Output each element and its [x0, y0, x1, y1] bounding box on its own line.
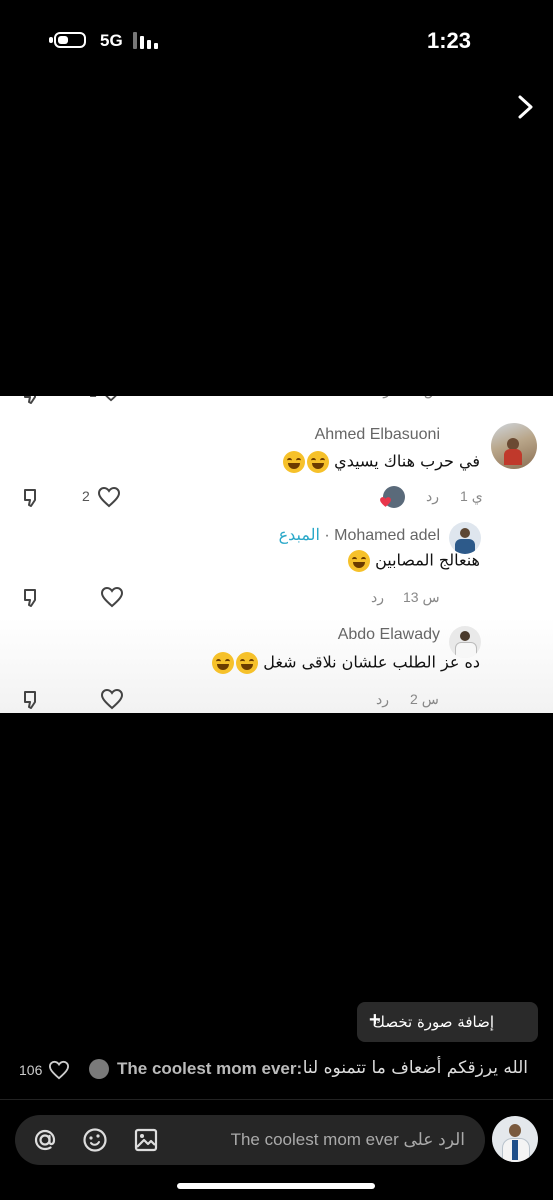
like-count: 2 [82, 488, 90, 504]
creator-badge: المبدع [278, 527, 320, 544]
laughing-emoji-icon [212, 652, 235, 674]
like-count: 106 [19, 1062, 43, 1078]
laughing-emoji-icon [236, 652, 259, 674]
comment-item: Ahmed Elbasuoni في حرب هناك يسيدي 2 رد 1… [0, 420, 553, 520]
comment-username[interactable]: المبدع · Mohamed adel [279, 525, 440, 545]
reply-link[interactable]: رد [371, 589, 384, 606]
emoji-icon[interactable] [82, 1127, 108, 1153]
comment-item: Abdo Elawady ده عز الطلب علشان نلاقى شغل… [0, 625, 553, 713]
like-count: 1 [89, 396, 97, 400]
signal-icon [133, 31, 163, 49]
comment-time: 8 س [412, 396, 441, 399]
comment-item: المبدع · Mohamed adel هنعالج المصابين رد… [0, 522, 553, 622]
comment-username-text: Mohamed adel [334, 527, 440, 544]
reply-input[interactable]: الرد على The coolest mom ever [15, 1115, 485, 1165]
comment-time: 13 س [403, 589, 440, 605]
comment-username[interactable]: Ahmed Elbasuoni [315, 426, 440, 444]
dislike-icon[interactable] [22, 689, 44, 709]
network-label: 5G [100, 31, 123, 50]
avatar [89, 1059, 109, 1079]
add-photo-button[interactable]: + إضافة صورة تخصك [357, 1002, 538, 1042]
chevron-right-icon[interactable] [513, 92, 539, 122]
comments-screenshot: 1 رد 8 س Ahmed Elbasuoni في حرب هناك يسي… [0, 396, 553, 713]
home-indicator [177, 1183, 375, 1189]
user-avatar[interactable] [492, 1116, 538, 1162]
status-bar: 5G 1:23 [0, 0, 553, 70]
comment-text: الله يرزقكم أضعاف ما تتمنوه لنا [302, 1058, 528, 1078]
comment-username[interactable]: Abdo Elawady [338, 626, 440, 644]
heart-icon[interactable] [100, 586, 124, 608]
heart-icon [380, 497, 391, 507]
image-icon[interactable] [133, 1127, 159, 1153]
reply-link[interactable]: رد [426, 488, 439, 505]
name-separator: · [324, 527, 330, 544]
divider [0, 1099, 553, 1100]
dislike-icon[interactable] [22, 487, 44, 507]
dislike-icon[interactable] [22, 396, 44, 404]
comment-author: The coolest mom ever: [117, 1059, 303, 1078]
laughing-emoji-icon [307, 451, 330, 473]
battery-cap [49, 37, 53, 43]
heart-icon[interactable] [100, 396, 122, 402]
comment-time: 1 ي [460, 488, 483, 504]
laughing-emoji-icon [283, 451, 306, 473]
laughing-emoji-icon [347, 550, 370, 572]
comment-text-content: ده عز الطلب علشان نلاقى شغل [263, 652, 480, 672]
dislike-icon[interactable] [22, 587, 44, 607]
reply-link[interactable]: رد [377, 396, 390, 399]
reply-placeholder: الرد على The coolest mom ever [230, 1130, 465, 1149]
comment-text: هنعالج المصابين [346, 550, 480, 572]
replying-to-comment: 106 The coolest mom ever: الله يرزقكم أض… [0, 1054, 553, 1084]
comment-text: ده عز الطلب علشان نلاقى شغل [210, 652, 480, 674]
comment-text-content: هنعالج المصابين [375, 550, 480, 570]
reply-link[interactable]: رد [376, 691, 389, 708]
add-photo-label: إضافة صورة تخصك [372, 1013, 494, 1031]
heart-icon[interactable] [100, 688, 124, 710]
avatar[interactable] [491, 423, 537, 469]
comment-text: في حرب هناك يسيدي [281, 451, 480, 473]
comment-time: 2 س [410, 691, 439, 707]
heart-icon[interactable] [97, 486, 121, 508]
comment-text-content: في حرب هناك يسيدي [334, 451, 480, 471]
heart-icon[interactable] [48, 1060, 70, 1080]
battery-icon [54, 32, 86, 48]
clock: 1:23 [426, 28, 471, 53]
at-icon[interactable] [32, 1127, 58, 1153]
partial-comment-row: 1 رد 8 س [0, 396, 553, 410]
